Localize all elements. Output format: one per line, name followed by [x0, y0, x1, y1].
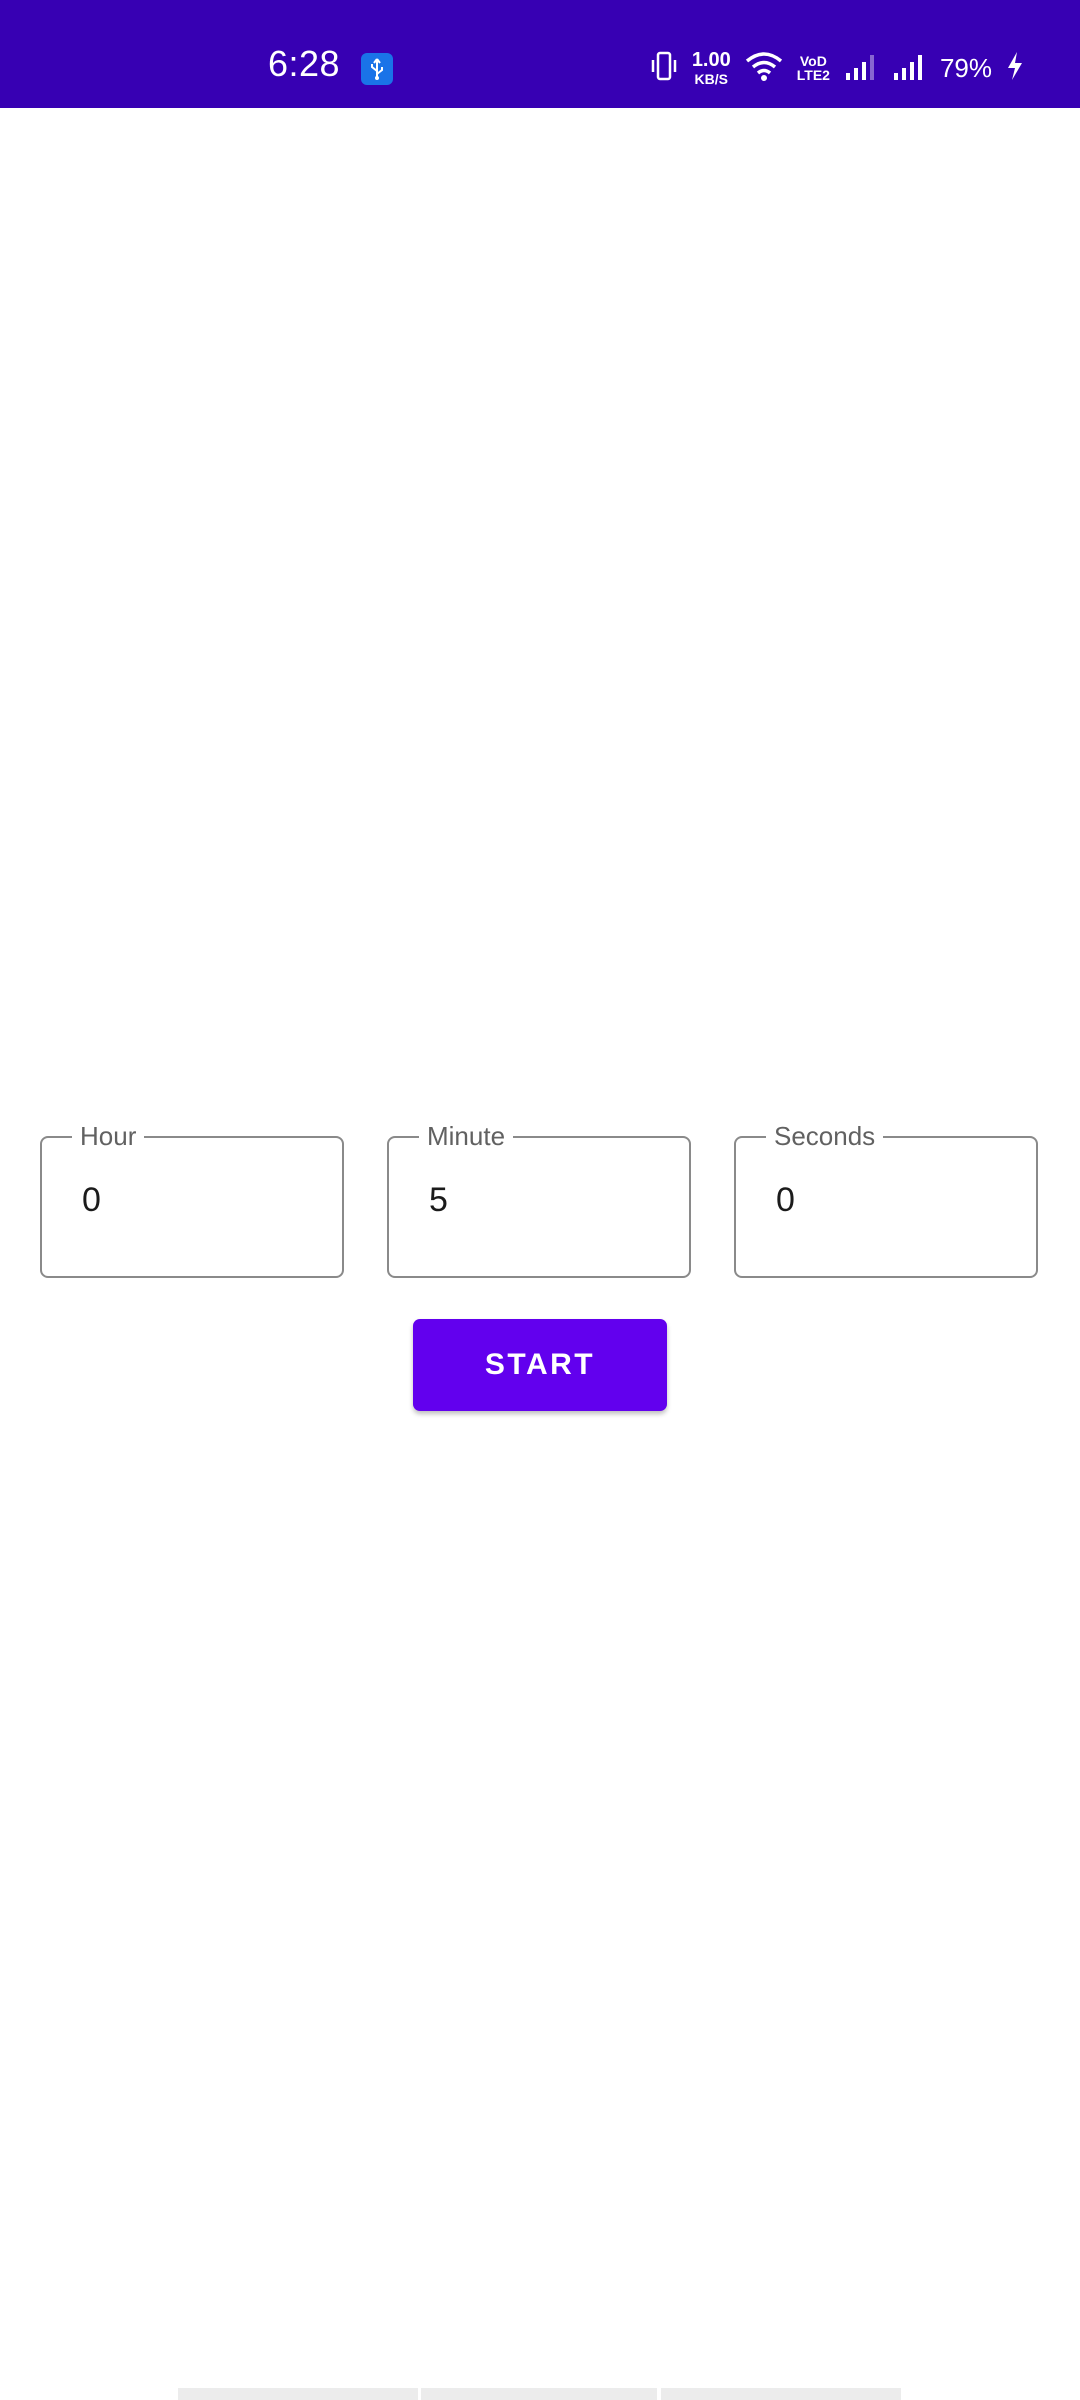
seconds-input[interactable]: 0 [776, 1180, 795, 1220]
nav-hint-segment [178, 2388, 418, 2400]
volte-top: VoD [799, 53, 827, 69]
volte-indicator: VoD LTE2 [797, 54, 830, 82]
nav-hint-segment [661, 2388, 901, 2400]
volte-bottom: LTE2 [796, 67, 830, 83]
network-speed-unit: KB/S [694, 71, 728, 87]
minute-field[interactable]: Minute 5 [387, 1120, 691, 1278]
vibrate-icon [650, 50, 678, 87]
signal-icon [892, 51, 926, 86]
status-time: 6:28 [268, 43, 341, 84]
signal-icon [844, 51, 878, 86]
battery-level: 79% [939, 53, 992, 83]
network-speed: 1.00 KB/S [692, 50, 731, 86]
status-icons: 1.00 KB/S VoD LTE2 79% [650, 46, 1024, 90]
seconds-label: Seconds [766, 1120, 884, 1152]
seconds-field[interactable]: Seconds 0 [734, 1120, 1038, 1278]
hour-input[interactable]: 0 [82, 1180, 101, 1220]
network-speed-value: 1.00 [691, 49, 731, 71]
nav-hint-segment [421, 2388, 657, 2400]
minute-input[interactable]: 5 [429, 1180, 448, 1220]
start-button[interactable]: START [413, 1319, 667, 1411]
minute-label: Minute [419, 1120, 514, 1152]
wifi-icon [745, 50, 783, 87]
hour-label: Hour [72, 1120, 145, 1152]
charging-icon [1006, 51, 1024, 86]
usb-icon [361, 53, 393, 85]
status-bar: 6:28 1.00 KB/S VoD LTE2 79% [0, 0, 1080, 108]
hour-field[interactable]: Hour 0 [40, 1120, 344, 1278]
